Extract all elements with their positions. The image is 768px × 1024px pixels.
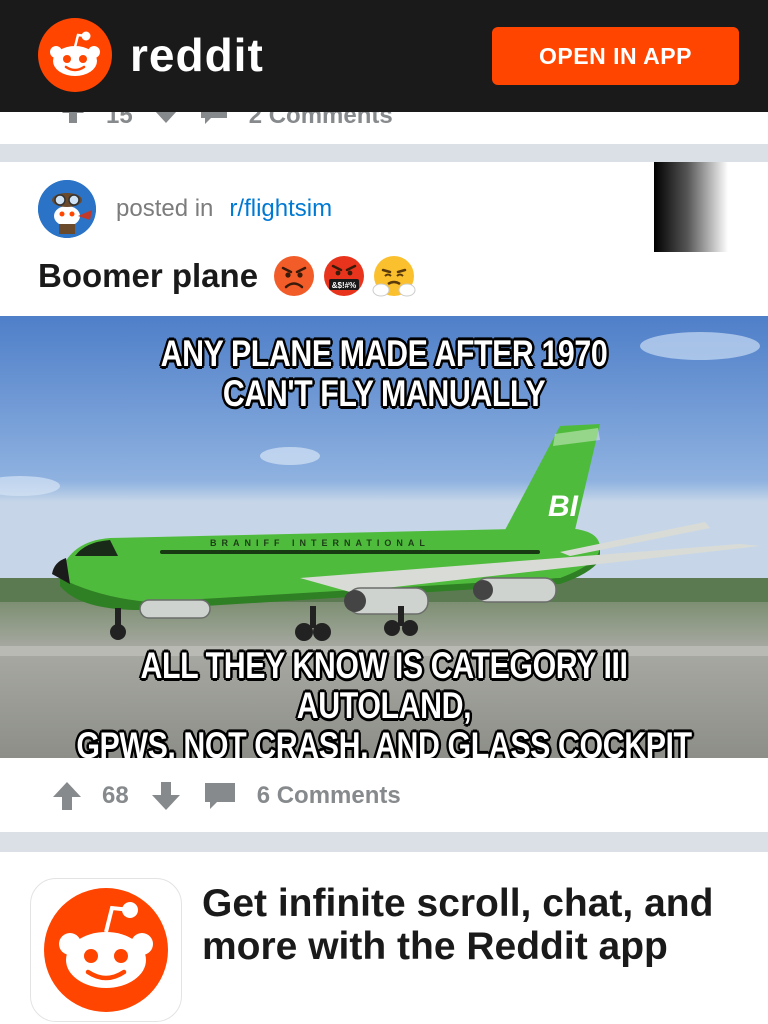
previous-post-comments[interactable]: 2 Comments [249,112,393,130]
post-card: posted in r/flightsim Boomer plane &$!#% [0,162,768,832]
open-in-app-button[interactable]: OPEN IN APP [492,27,739,85]
previous-post-card: 15 2 Comments [0,112,768,144]
downvote-icon[interactable] [153,112,179,132]
promo-text: Get infinite scroll, chat, and more with… [202,882,714,968]
posted-in-label: posted in [116,195,214,222]
reddit-logo-icon [38,18,112,92]
downvote-icon[interactable] [149,779,183,813]
upvote-icon[interactable] [60,112,86,132]
cursing-face-icon: &$!#% [324,256,365,296]
top-bar: reddit OPEN IN APP [0,0,768,112]
post-image[interactable]: BI BRANIFF INTERNATIONAL ANY PLANE MADE … [0,316,768,758]
meme-top-line-1: ANY PLANE MADE AFTER 1970 [160,333,608,374]
angry-face-icon [274,256,315,296]
previous-post-score: 15 [106,112,133,129]
previous-post-actions: 15 2 Comments [50,112,403,133]
post-title-text: Boomer plane [38,257,259,294]
post-score: 68 [102,782,129,809]
comment-icon[interactable] [199,112,229,133]
steam-from-nose-face-icon [372,256,416,297]
gradient-thumbnail [654,162,728,252]
meme-bottom-line-1: ALL THEY KNOW IS CATEGORY III AUTOLAND, [140,645,628,726]
meme-bottom-line-2: GPWS, NOT CRASH, AND GLASS COCKPIT [76,725,692,759]
comment-icon [203,779,237,813]
reddit-brand[interactable]: reddit [38,18,264,92]
reddit-app-icon[interactable] [30,878,182,1022]
tail-code: BI [548,490,579,523]
upvote-icon[interactable] [50,779,84,813]
cursing-symbols: &$!#% [332,281,356,290]
comments-label: 6 Comments [256,782,401,809]
meme-top-text: ANY PLANE MADE AFTER 1970 CAN'T FLY MANU… [69,334,699,414]
fuselage-text: BRANIFF INTERNATIONAL [210,538,430,548]
post-actions: 68 6 Comments [50,774,401,818]
comments-button[interactable]: 6 Comments [203,779,401,813]
subreddit-avatar-icon[interactable] [38,180,96,238]
subreddit-link[interactable]: r/flightsim [229,195,332,223]
app-promo-card[interactable]: Get infinite scroll, chat, and more with… [0,852,768,1024]
post-title[interactable]: Boomer plane &$!#% [38,254,416,298]
post-meta: posted in r/flightsim [38,180,332,238]
meme-bottom-text: ALL THEY KNOW IS CATEGORY III AUTOLAND, … [69,645,699,759]
meme-top-line-2: CAN'T FLY MANUALLY [222,373,546,414]
brand-wordmark: reddit [130,29,264,81]
